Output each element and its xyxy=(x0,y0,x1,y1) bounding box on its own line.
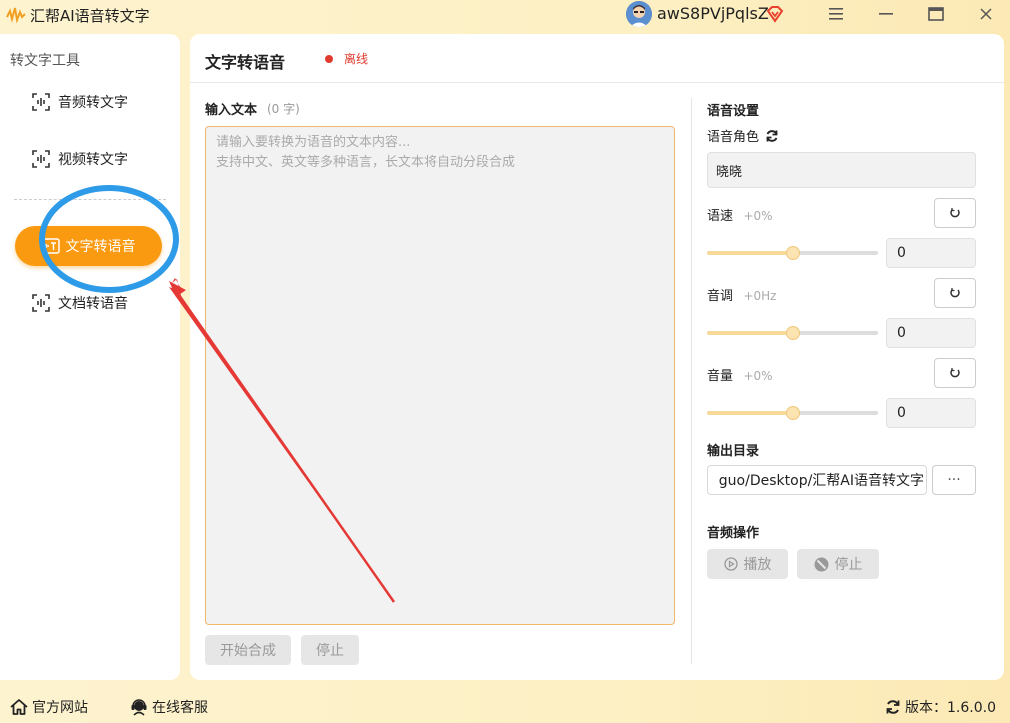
stop-icon xyxy=(814,557,828,571)
document-wave-icon xyxy=(32,294,50,312)
voice-role-row: 语音角色 xyxy=(707,126,779,145)
rate-reset-button[interactable] xyxy=(934,198,976,228)
title-bar: 汇帮AI语音转文字 awS8PVjPqlsZ xyxy=(0,0,1010,30)
online-support-link[interactable]: 在线客服 xyxy=(130,697,208,717)
footer-label: 在线客服 xyxy=(152,700,208,716)
slider-handle[interactable] xyxy=(785,406,800,420)
status-badge: 离线 xyxy=(344,52,369,66)
text-input[interactable]: 请输入要转换为语音的文本内容... 支持中文、英文等多种语言，长文本将自动分段合… xyxy=(205,126,675,625)
voice-settings-heading: 语音设置 xyxy=(707,104,760,119)
audio-stop-button[interactable]: 停止 xyxy=(797,549,879,579)
pitch-slider[interactable] xyxy=(707,326,878,340)
home-icon xyxy=(10,699,28,715)
sidebar-item-label: 文字转语音 xyxy=(65,239,136,255)
output-dir-heading: 输出目录 xyxy=(707,444,760,459)
sidebar-item-label: 视频转文字 xyxy=(58,152,128,168)
maximize-icon[interactable] xyxy=(924,2,948,26)
reset-icon xyxy=(950,208,960,218)
start-synthesis-button[interactable]: 开始合成 xyxy=(205,635,291,665)
rate-label-row: 语速 +0% xyxy=(707,205,773,224)
username[interactable]: awS8PVjPqlsZ xyxy=(657,4,769,23)
volume-slider[interactable] xyxy=(707,406,878,420)
user-avatar[interactable] xyxy=(626,1,652,27)
panel-divider xyxy=(691,98,692,664)
video-wave-icon xyxy=(32,150,50,168)
play-button-label: 播放 xyxy=(743,557,772,573)
header-divider xyxy=(190,82,1004,83)
rate-hint: +0% xyxy=(743,209,773,223)
voice-role-select[interactable]: 晓晓 xyxy=(707,152,976,188)
avatar-icon xyxy=(626,1,652,27)
sidebar-item-video-to-text[interactable]: 视频转文字 xyxy=(32,148,128,170)
version-info[interactable]: 版本：1.6.0.0 xyxy=(885,697,996,717)
volume-value-input[interactable]: 0 xyxy=(886,398,976,428)
main-panel: 文字转语音 离线 输入文本 (0 字) 请输入要转换为语音的文本内容... 支持… xyxy=(190,34,1004,680)
audio-ops-heading: 音频操作 xyxy=(707,526,760,541)
audio-wave-icon xyxy=(32,93,50,111)
input-label: 输入文本 xyxy=(205,103,258,118)
app-logo-icon xyxy=(6,7,26,23)
pitch-value-input[interactable]: 0 xyxy=(886,318,976,348)
minimize-icon[interactable] xyxy=(874,2,898,26)
browse-button[interactable]: ··· xyxy=(932,465,976,495)
refresh-icon[interactable] xyxy=(765,129,779,143)
rate-value-input[interactable]: 0 xyxy=(886,238,976,268)
sidebar-item-label: 文档转语音 xyxy=(58,296,128,312)
placeholder-line: 请输入要转换为语音的文本内容... xyxy=(216,135,411,150)
sidebar-item-text-to-speech[interactable]: 文字转语音 xyxy=(15,226,162,266)
pitch-hint: +0Hz xyxy=(743,289,777,303)
sidebar-heading: 转文字工具 xyxy=(10,53,80,69)
reset-icon xyxy=(950,368,960,378)
reset-icon xyxy=(950,288,960,298)
support-icon xyxy=(131,699,147,716)
volume-label: 音量 xyxy=(707,369,734,384)
pitch-reset-button[interactable] xyxy=(934,278,976,308)
pitch-label: 音调 xyxy=(707,289,734,304)
sidebar-divider xyxy=(14,199,166,200)
close-icon[interactable] xyxy=(974,2,998,26)
volume-reset-button[interactable] xyxy=(934,358,976,388)
audio-stop-label: 停止 xyxy=(834,557,863,573)
play-button[interactable]: 播放 xyxy=(707,549,788,579)
text-to-speech-icon xyxy=(41,238,60,254)
menu-icon[interactable] xyxy=(824,2,848,26)
page-title: 文字转语音 xyxy=(205,53,286,72)
char-count: (0 字) xyxy=(267,102,300,116)
rate-slider[interactable] xyxy=(707,246,878,260)
volume-label-row: 音量 +0% xyxy=(707,365,773,384)
slider-fill xyxy=(707,411,793,415)
slider-fill xyxy=(707,251,793,255)
voice-role-label: 语音角色 xyxy=(707,130,760,145)
rate-label: 语速 xyxy=(707,209,734,224)
output-path-field[interactable]: guo/Desktop/汇帮AI语音转文字 xyxy=(707,465,927,495)
official-website-link[interactable]: 官方网站 xyxy=(10,697,88,717)
slider-handle[interactable] xyxy=(785,246,800,260)
update-icon xyxy=(886,700,900,714)
placeholder-line: 支持中文、英文等多种语言，长文本将自动分段合成 xyxy=(216,155,516,170)
pitch-label-row: 音调 +0Hz xyxy=(707,285,776,304)
status-dot-icon xyxy=(325,55,333,63)
sidebar: 转文字工具 音频转文字 视频转文字 文字转语音 文档转语音 xyxy=(0,34,180,680)
footer-label: 官方网站 xyxy=(32,700,88,716)
play-icon xyxy=(723,557,738,571)
sidebar-item-label: 音频转文字 xyxy=(58,95,128,111)
app-title: 汇帮AI语音转文字 xyxy=(30,7,150,25)
version-label: 版本：1.6.0.0 xyxy=(905,700,996,716)
sidebar-item-document-to-speech[interactable]: 文档转语音 xyxy=(32,292,128,314)
sidebar-item-audio-to-text[interactable]: 音频转文字 xyxy=(32,91,128,113)
vip-diamond-icon[interactable] xyxy=(765,4,785,24)
volume-hint: +0% xyxy=(743,369,773,383)
stop-button[interactable]: 停止 xyxy=(301,635,359,665)
slider-handle[interactable] xyxy=(785,326,800,340)
output-path-text: guo/Desktop/汇帮AI语音转文字 xyxy=(718,473,924,489)
slider-fill xyxy=(707,331,793,335)
